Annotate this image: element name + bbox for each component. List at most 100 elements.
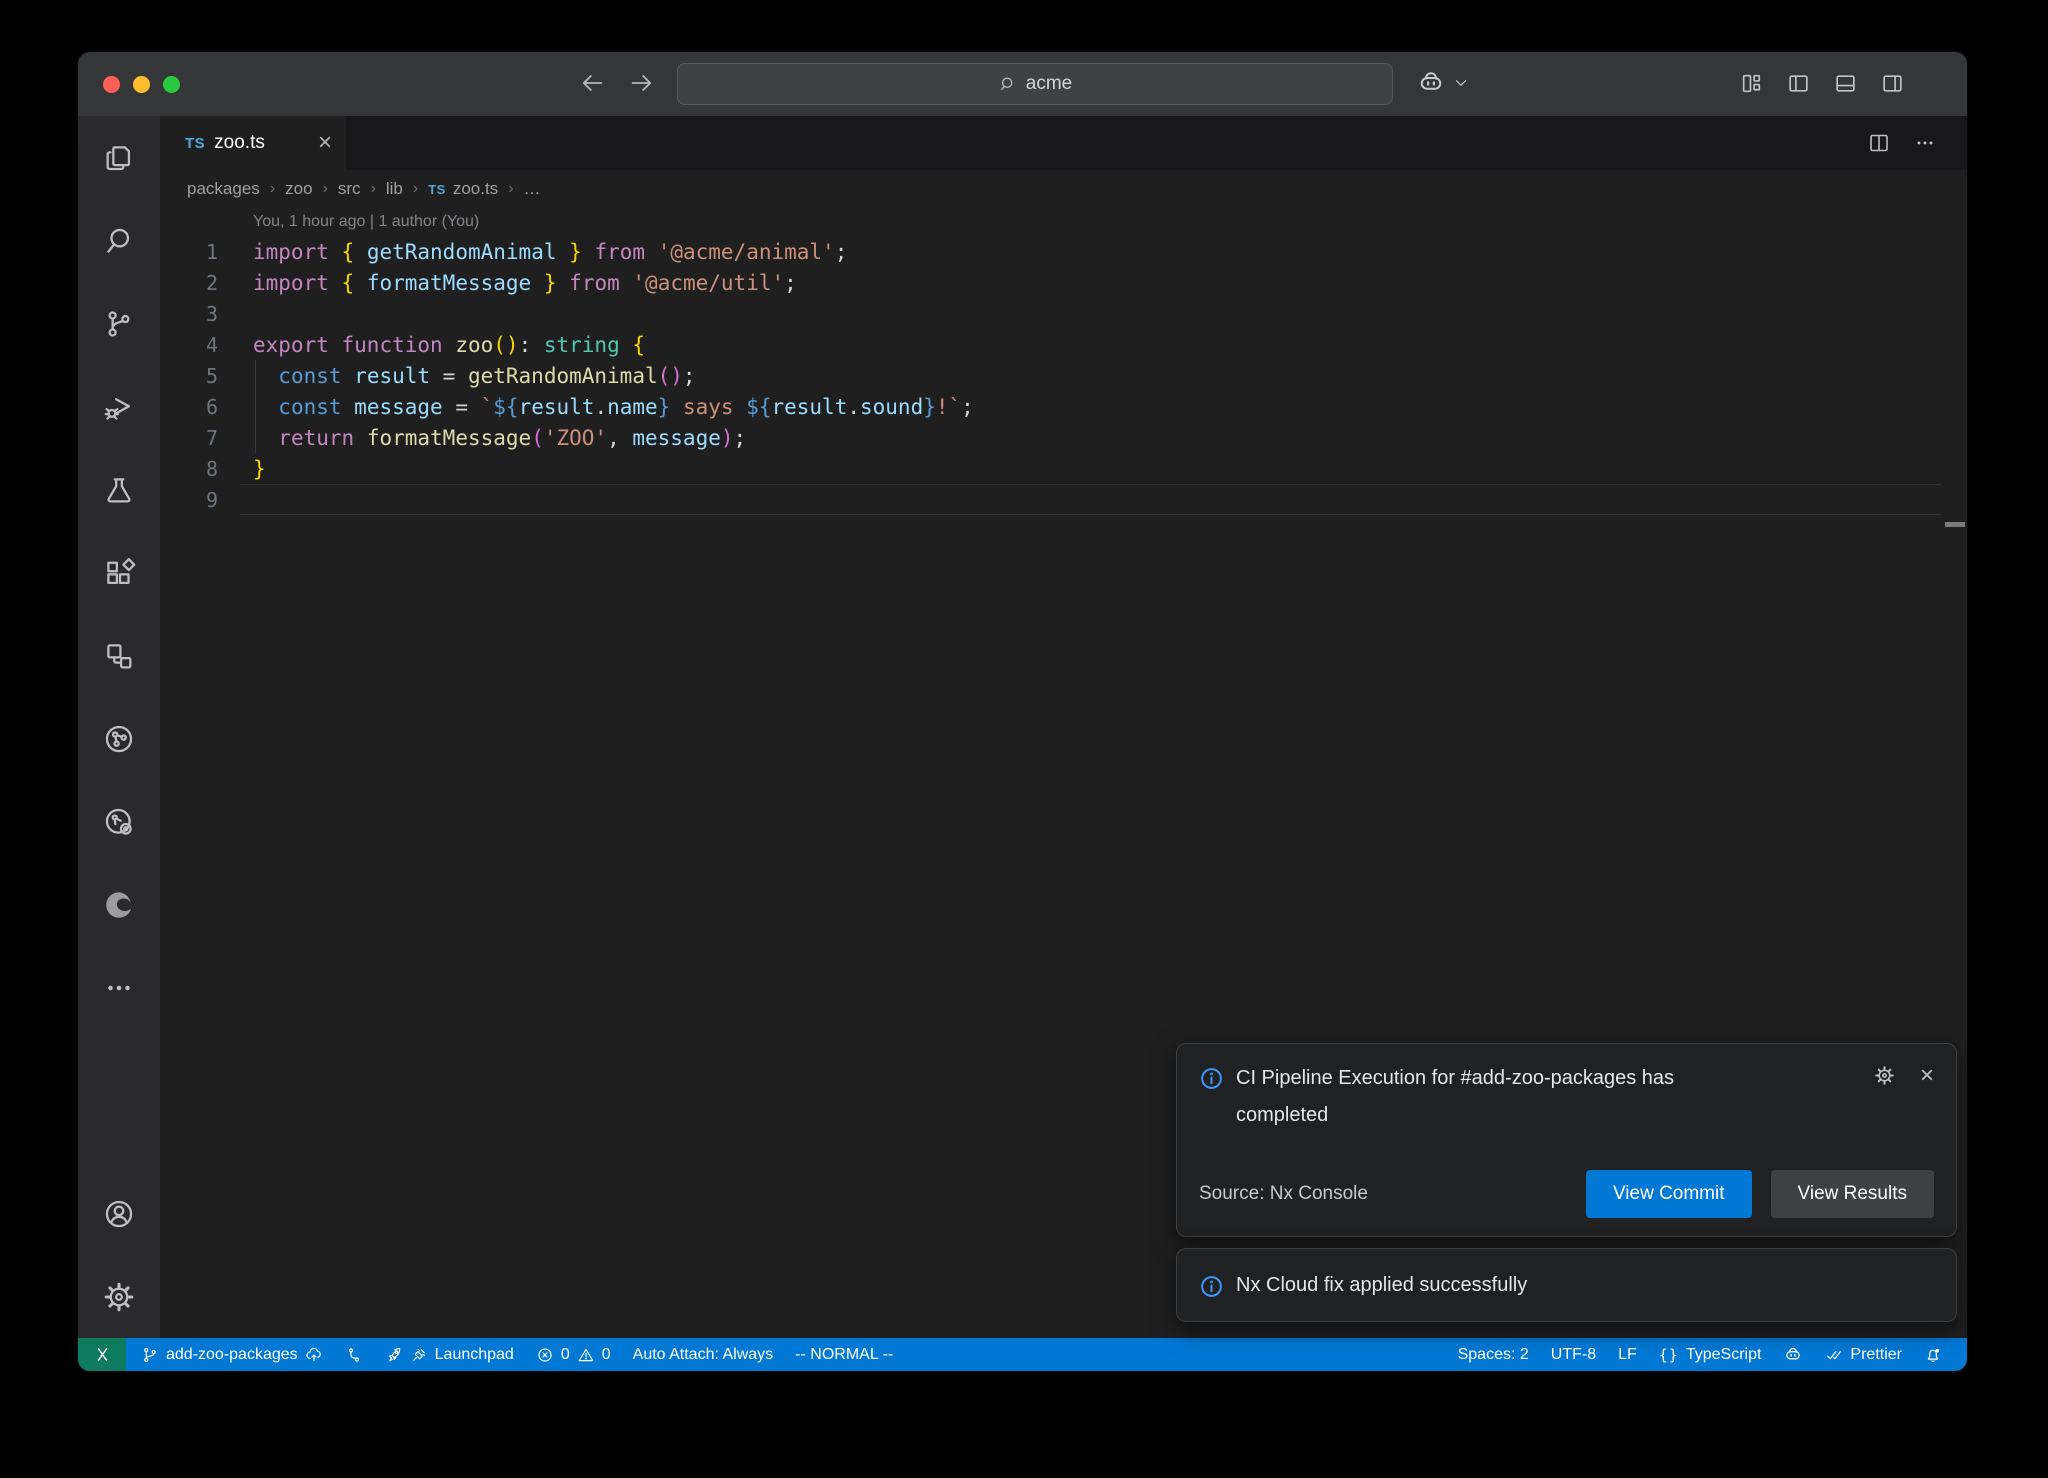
copilot-icon [1416, 68, 1446, 98]
notification-source: Source: Nx Console [1199, 1183, 1368, 1205]
breadcrumb-item[interactable]: zoo [285, 179, 312, 199]
zoom-window-button[interactable] [163, 76, 180, 93]
sidebar-item-extensions[interactable] [78, 531, 160, 614]
status-auto-attach[interactable]: Auto Attach: Always [622, 1338, 785, 1371]
line-number: 8 [160, 457, 218, 481]
status-eol[interactable]: LF [1607, 1338, 1648, 1371]
line-number: 7 [160, 426, 218, 450]
status-problems[interactable]: 0 0 [525, 1338, 622, 1371]
status-encoding[interactable]: UTF-8 [1540, 1338, 1607, 1371]
copilot-menu[interactable] [1416, 68, 1470, 98]
error-circle-icon [536, 1346, 554, 1364]
traffic-lights [103, 76, 180, 93]
code-line[interactable]: 8} [160, 453, 1967, 484]
code-text: export function zoo(): string { [218, 333, 645, 357]
indent-guide [255, 360, 256, 391]
notification-center: CI Pipeline Execution for #add-zoo-packa… [1176, 1043, 1957, 1322]
notification-title: CI Pipeline Execution for #add-zoo-packa… [1236, 1060, 1756, 1134]
sidebar-item-run-and-debug[interactable] [78, 365, 160, 448]
breadcrumb-item[interactable]: lib [386, 179, 403, 199]
nx-cloud-icon [102, 805, 136, 839]
desktop: acme [0, 0, 2048, 1478]
breadcrumb-item[interactable]: packages [187, 179, 260, 199]
sidebar-item-remote-explorer[interactable] [78, 614, 160, 697]
status-git-graph[interactable] [334, 1338, 374, 1371]
code-line[interactable]: 6 const message = `${result.name} says $… [160, 391, 1967, 422]
code-text: import { getRandomAnimal } from '@acme/a… [218, 240, 847, 264]
braces-icon: {} [1659, 1346, 1679, 1364]
split-editor-icon[interactable] [1867, 131, 1891, 155]
breadcrumb-tail[interactable]: … [524, 179, 541, 199]
sidebar-item-edge-browser[interactable] [78, 863, 160, 946]
sidebar-item-search[interactable] [78, 199, 160, 282]
view-commit-button[interactable]: View Commit [1586, 1170, 1752, 1218]
search-icon [998, 74, 1018, 94]
command-center-search[interactable]: acme [677, 63, 1393, 105]
gear-icon [102, 1280, 136, 1314]
git-branch-icon [141, 1346, 159, 1364]
vscode-window: acme [78, 52, 1967, 1371]
chevron-right-icon: › [508, 180, 513, 198]
status-launchpad[interactable]: Launchpad [374, 1338, 525, 1371]
code-line[interactable]: 5 const result = getRandomAnimal(); [160, 360, 1967, 391]
more-actions-icon[interactable] [1913, 131, 1937, 155]
line-number: 1 [160, 240, 218, 264]
code-line[interactable]: 4export function zoo(): string { [160, 329, 1967, 360]
tab-close-icon[interactable]: × [318, 131, 332, 155]
status-formatter[interactable]: Prettier [1814, 1338, 1913, 1371]
chevron-right-icon: › [323, 180, 328, 198]
status-indentation[interactable]: Spaces: 2 [1447, 1338, 1540, 1371]
sidebar-item-nx-console[interactable] [78, 697, 160, 780]
notification-settings-gear-icon[interactable] [1873, 1064, 1896, 1087]
forward-arrow-icon[interactable] [628, 69, 656, 97]
status-branch[interactable]: add-zoo-packages [130, 1338, 334, 1371]
chevron-right-icon: › [371, 180, 376, 198]
back-arrow-icon[interactable] [578, 69, 606, 97]
sidebar-item-settings[interactable] [78, 1255, 160, 1338]
breadcrumb-item[interactable]: src [338, 179, 361, 199]
sidebar-item-source-control[interactable] [78, 282, 160, 365]
minimize-window-button[interactable] [133, 76, 150, 93]
nx-console-icon [102, 722, 136, 756]
close-window-button[interactable] [103, 76, 120, 93]
status-notifications-bell[interactable] [1913, 1338, 1953, 1371]
line-number: 9 [160, 488, 218, 512]
beaker-icon [102, 473, 136, 507]
debug-icon [102, 390, 136, 424]
search-icon [102, 224, 136, 258]
toggle-primary-sidebar-icon[interactable] [1786, 71, 1811, 96]
code-text: } [218, 457, 266, 481]
notification-toast-ci-pipeline: CI Pipeline Execution for #add-zoo-packa… [1176, 1043, 1957, 1237]
notification-close-icon[interactable]: × [1920, 1064, 1934, 1087]
tab-bar: TS zoo.ts × [160, 116, 1967, 170]
tab-zoo-ts[interactable]: TS zoo.ts × [160, 116, 346, 170]
code-line[interactable]: 1import { getRandomAnimal } from '@acme/… [160, 236, 1967, 267]
source-control-icon [102, 307, 136, 341]
typescript-file-icon: TS [185, 135, 205, 152]
view-results-button[interactable]: View Results [1771, 1170, 1934, 1218]
toggle-panel-icon[interactable] [1833, 71, 1858, 96]
code-line[interactable]: 9 [160, 484, 1967, 515]
sidebar-item-nx-cloud[interactable] [78, 780, 160, 863]
status-language[interactable]: {} TypeScript [1648, 1338, 1773, 1371]
sidebar-item-accounts[interactable] [78, 1172, 160, 1255]
toggle-secondary-sidebar-icon[interactable] [1880, 71, 1905, 96]
warning-triangle-icon [577, 1346, 595, 1364]
breadcrumb-file[interactable]: TS zoo.ts [428, 179, 498, 199]
code-line[interactable]: 7 return formatMessage('ZOO', message); [160, 422, 1967, 453]
sidebar-item-testing[interactable] [78, 448, 160, 531]
notification-title: Nx Cloud fix applied successfully [1236, 1274, 1527, 1297]
chevron-down-icon [1452, 74, 1470, 92]
code-line[interactable]: 2import { formatMessage } from '@acme/ut… [160, 267, 1967, 298]
remote-indicator[interactable] [78, 1338, 126, 1371]
code-line[interactable]: 3 [160, 298, 1967, 329]
typescript-file-icon: TS [428, 182, 446, 197]
sidebar-item-more[interactable] [78, 946, 160, 1029]
sidebar-item-explorer[interactable] [78, 116, 160, 199]
tab-label: zoo.ts [214, 132, 265, 154]
double-check-icon [1825, 1346, 1843, 1364]
line-number: 3 [160, 302, 218, 326]
status-copilot[interactable] [1772, 1338, 1814, 1371]
status-vim-mode[interactable]: -- NORMAL -- [784, 1338, 904, 1371]
customize-layout-icon[interactable] [1739, 71, 1764, 96]
